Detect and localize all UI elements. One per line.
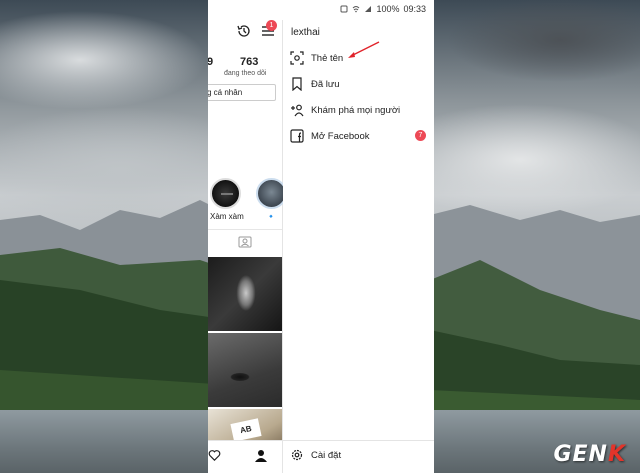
phone-screen: 100% 09:33 1 9 763 đang theo dõi g cá nh… [208, 0, 434, 473]
bookmark-icon [292, 77, 302, 91]
divider [283, 440, 434, 441]
drawer-username: lexthai [291, 27, 320, 38]
facebook-notification-badge: 7 [415, 130, 426, 141]
signal-icon [365, 6, 372, 12]
highlight-label-2: 🔹 [266, 212, 276, 221]
post-thumbnail[interactable] [208, 333, 282, 407]
alarm-icon [340, 5, 348, 13]
menu-item-label: Đã lưu [311, 79, 340, 90]
clock: 09:33 [403, 4, 426, 14]
settings-button[interactable]: Cài đặt [283, 445, 434, 469]
menu-item-open-facebook[interactable]: Mở Facebook 7 [283, 124, 434, 150]
following-label: đang theo dõi [224, 70, 267, 77]
history-icon[interactable] [236, 23, 252, 39]
following-count[interactable]: 763 [240, 56, 258, 68]
settings-label: Cài đặt [311, 450, 342, 461]
side-drawer-menu: lexthai Thẻ tên Đã lưu Khám phá mọi ngườ… [283, 20, 434, 473]
annotation-arrow [348, 41, 380, 58]
menu-notification-badge: 1 [266, 20, 277, 31]
heart-icon[interactable] [208, 449, 221, 462]
add-person-icon [291, 104, 304, 117]
facebook-icon [290, 129, 304, 143]
posts-count-partial: 9 [208, 56, 214, 68]
battery-level: 100% [376, 4, 400, 14]
profile-toolbar: 1 [208, 20, 282, 44]
profile-page: 1 9 763 đang theo dõi g cá nhân Xàm xàm … [208, 20, 287, 473]
menu-item-label: Thẻ tên [311, 53, 344, 64]
bottom-navigation [208, 440, 282, 473]
menu-item-label: Khám phá mọi người [311, 105, 401, 116]
genk-logo: GENK [553, 442, 626, 467]
tagged-photos-icon[interactable] [238, 236, 252, 248]
wifi-icon [353, 6, 360, 13]
highlight-label-1: Xàm xàm [210, 212, 244, 221]
profile-tab-icon[interactable] [254, 449, 268, 463]
nametag-icon [290, 51, 304, 65]
menu-item-saved[interactable]: Đã lưu [283, 72, 434, 98]
photo-card-text: AB [230, 418, 262, 442]
gear-icon [291, 449, 303, 461]
menu-item-label: Mở Facebook [311, 131, 370, 142]
status-bar: 100% 09:33 [208, 0, 434, 20]
menu-item-discover-people[interactable]: Khám phá mọi người [283, 98, 434, 124]
story-highlight-1[interactable] [210, 178, 241, 209]
edit-profile-button[interactable]: g cá nhân [208, 84, 276, 101]
post-thumbnail[interactable] [208, 257, 282, 331]
divider [208, 229, 282, 230]
